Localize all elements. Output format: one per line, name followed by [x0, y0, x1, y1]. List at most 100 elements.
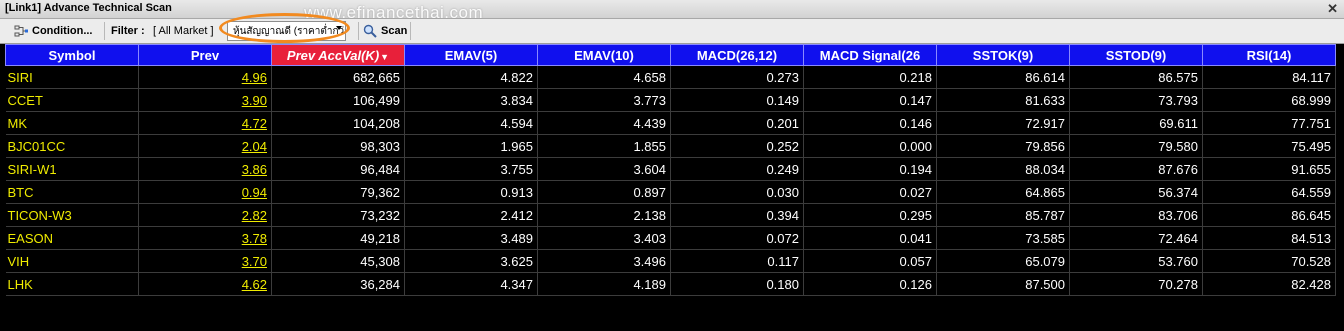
- table-cell: 0.897: [537, 180, 671, 204]
- table-cell: 91.655: [1202, 157, 1336, 181]
- table-row[interactable]: BTC 0.94 79,362 0.913 0.897 0.030 0.027 64.865 5…: [5, 180, 1336, 204]
- signal-filter-select[interactable]: หุ้นสัญญาณดี (ราคาต่ำกว่า 5: [227, 21, 346, 41]
- table-row[interactable]: MK 4.72 104,208 4.594 4.439 0.201 0.146 72.917 6…: [5, 111, 1336, 135]
- prev-price-link[interactable]: 3.70: [138, 249, 272, 273]
- column-header[interactable]: Symbol: [5, 44, 139, 66]
- prev-price-link[interactable]: 3.78: [138, 226, 272, 250]
- scan-results-table: Symbol Prev Prev AccVal(K)▼ EMAV(5) EMAV(10)…: [5, 44, 1336, 296]
- table-cell: 86.645: [1202, 203, 1336, 227]
- column-header[interactable]: Prev AccVal(K)▼: [271, 44, 405, 66]
- table-cell: 85.787: [936, 203, 1070, 227]
- table-cell: 2.138: [537, 203, 671, 227]
- symbol-cell[interactable]: TICON-W3: [5, 203, 139, 227]
- toolbar: Condition... Filter : [ All Market ] Sca…: [0, 19, 1344, 44]
- symbol-cell[interactable]: EASON: [5, 226, 139, 250]
- column-header[interactable]: Prev: [138, 44, 272, 66]
- prev-price-link[interactable]: 2.04: [138, 134, 272, 158]
- table-cell: 0.057: [803, 249, 937, 273]
- column-header[interactable]: RSI(14): [1202, 44, 1336, 66]
- table-header: Symbol Prev Prev AccVal(K)▼ EMAV(5) EMAV(10)…: [5, 44, 1336, 66]
- column-header-label: MACD(26,12): [696, 47, 778, 63]
- symbol-cell[interactable]: CCET: [5, 88, 139, 112]
- column-header[interactable]: EMAV(5): [404, 44, 538, 66]
- column-header-label: SSTOD(9): [1105, 47, 1167, 63]
- table-cell: 0.117: [670, 249, 804, 273]
- column-header[interactable]: MACD Signal(26: [803, 44, 937, 66]
- prev-price-link[interactable]: 0.94: [138, 180, 272, 204]
- window-title: [Link1] Advance Technical Scan: [5, 2, 172, 14]
- prev-price-link[interactable]: 3.86: [138, 157, 272, 181]
- market-filter-dropdown[interactable]: [ All Market ]: [153, 19, 218, 43]
- window-titlebar: [Link1] Advance Technical Scan ✕: [0, 0, 1344, 19]
- table-cell: 73.585: [936, 226, 1070, 250]
- table-cell: 4.189: [537, 272, 671, 296]
- table-cell: 84.513: [1202, 226, 1336, 250]
- table-cell: 0.072: [670, 226, 804, 250]
- table-row[interactable]: VIH 3.70 45,308 3.625 3.496 0.117 0.057 65.079 5…: [5, 249, 1336, 273]
- symbol-cell[interactable]: MK: [5, 111, 139, 135]
- table-cell: 79.856: [936, 134, 1070, 158]
- table-cell: 82.428: [1202, 272, 1336, 296]
- column-header[interactable]: SSTOK(9): [936, 44, 1070, 66]
- column-header-label: Prev AccVal(K): [286, 47, 380, 63]
- table-cell: 0.000: [803, 134, 937, 158]
- table-row[interactable]: BJC01CC 2.04 98,303 1.965 1.855 0.252 0.000 79.…: [5, 134, 1336, 158]
- prev-price-link[interactable]: 4.72: [138, 111, 272, 135]
- table-cell: 68.999: [1202, 88, 1336, 112]
- column-header[interactable]: SSTOD(9): [1069, 44, 1203, 66]
- table-cell: 0.030: [670, 180, 804, 204]
- table-cell: 65.079: [936, 249, 1070, 273]
- column-header-label: EMAV(5): [444, 47, 498, 63]
- table-cell: 0.027: [803, 180, 937, 204]
- close-icon[interactable]: ✕: [1327, 0, 1338, 17]
- symbol-cell[interactable]: BTC: [5, 180, 139, 204]
- table-cell: 0.126: [803, 272, 937, 296]
- symbol-cell[interactable]: BJC01CC: [5, 134, 139, 158]
- symbol-cell[interactable]: SIRI: [5, 65, 139, 89]
- table-cell: 2.412: [404, 203, 538, 227]
- market-filter-value: [ All Market ]: [153, 25, 214, 37]
- table-row[interactable]: CCET 3.90 106,499 3.834 3.773 0.149 0.147 81.63…: [5, 88, 1336, 112]
- prev-price-link[interactable]: 4.96: [138, 65, 272, 89]
- advance-technical-scan-window: [Link1] Advance Technical Scan ✕ www.efi…: [0, 0, 1344, 331]
- table-cell: 77.751: [1202, 111, 1336, 135]
- table-cell: 0.295: [803, 203, 937, 227]
- column-header[interactable]: EMAV(10): [537, 44, 671, 66]
- table-cell: 0.180: [670, 272, 804, 296]
- table-cell: 72.464: [1069, 226, 1203, 250]
- table-row[interactable]: LHK 4.62 36,284 4.347 4.189 0.180 0.126 87.500 7…: [5, 272, 1336, 296]
- table-cell: 682,665: [271, 65, 405, 89]
- table-cell: 104,208: [271, 111, 405, 135]
- symbol-cell[interactable]: SIRI-W1: [5, 157, 139, 181]
- table-cell: 79.580: [1069, 134, 1203, 158]
- symbol-cell[interactable]: VIH: [5, 249, 139, 273]
- table-cell: 4.594: [404, 111, 538, 135]
- table-cell: 0.194: [803, 157, 937, 181]
- table-cell: 3.489: [404, 226, 538, 250]
- table-cell: 3.755: [404, 157, 538, 181]
- table-cell: 45,308: [271, 249, 405, 273]
- table-row[interactable]: SIRI-W1 3.86 96,484 3.755 3.604 0.249 0.194 88.…: [5, 157, 1336, 181]
- column-header-label: MACD Signal(26: [819, 47, 921, 63]
- table-cell: 4.658: [537, 65, 671, 89]
- table-cell: 1.965: [404, 134, 538, 158]
- table-cell: 3.604: [537, 157, 671, 181]
- table-row[interactable]: TICON-W3 2.82 73,232 2.412 2.138 0.394 0.295 85…: [5, 203, 1336, 227]
- prev-price-link[interactable]: 2.82: [138, 203, 272, 227]
- table-cell: 81.633: [936, 88, 1070, 112]
- toolbar-divider: [104, 22, 105, 40]
- prev-price-link[interactable]: 3.90: [138, 88, 272, 112]
- table-cell: 83.706: [1069, 203, 1203, 227]
- table-cell: 0.913: [404, 180, 538, 204]
- symbol-cell[interactable]: LHK: [5, 272, 139, 296]
- table-cell: 64.865: [936, 180, 1070, 204]
- column-header[interactable]: MACD(26,12): [670, 44, 804, 66]
- prev-price-link[interactable]: 4.62: [138, 272, 272, 296]
- table-row[interactable]: EASON 3.78 49,218 3.489 3.403 0.072 0.041 73.58…: [5, 226, 1336, 250]
- sort-descending-icon: ▼: [380, 51, 390, 62]
- table-cell: 86.614: [936, 65, 1070, 89]
- condition-button[interactable]: Condition...: [14, 19, 92, 43]
- scan-button[interactable]: Scan: [363, 19, 407, 43]
- table-row[interactable]: SIRI 4.96 682,665 4.822 4.658 0.273 0.218 86.61…: [5, 65, 1336, 89]
- table-cell: 87.500: [936, 272, 1070, 296]
